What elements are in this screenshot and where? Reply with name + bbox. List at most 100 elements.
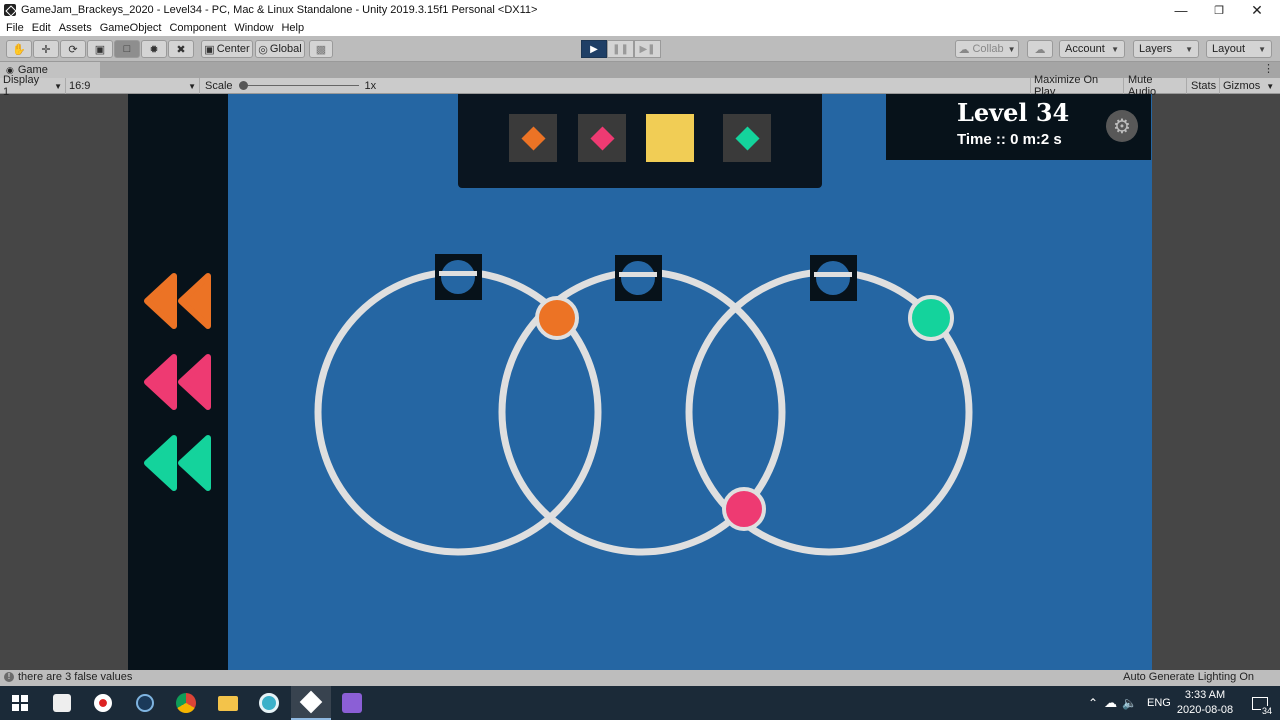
gizmos-dropdown[interactable]: Gizmos ▼ <box>1220 78 1280 94</box>
volume-icon[interactable]: 🔈 <box>1122 696 1137 710</box>
pink-ball <box>722 487 766 531</box>
collab-label: Collab <box>972 43 1004 55</box>
panel-menu-icon[interactable]: ⋮ <box>1263 62 1274 75</box>
transform-tool-button[interactable]: ✹ <box>141 40 167 58</box>
maximize-on-play-toggle[interactable]: Maximize On Play <box>1030 74 1124 98</box>
hand-tool-button[interactable]: ✋ <box>6 40 32 58</box>
main-toolbar: ✋ ✛ ⟳ ▣ □ ✹ ✖ ▣ Center ◎ Global ▩ ▶ ❚❚ ▶❚ … <box>0 36 1280 62</box>
custom-tool-button[interactable]: ✖ <box>168 40 194 58</box>
clock-time: 3:33 AM <box>1184 689 1226 701</box>
scale-label: Scale <box>205 80 233 92</box>
layers-dropdown[interactable]: Layers ▼ <box>1133 40 1199 58</box>
snap-icon: ▩ <box>315 43 327 56</box>
chevron-down-icon: ▼ <box>1007 44 1016 54</box>
collab-icon: ☁ <box>958 43 970 56</box>
scale-control: Scale 1x <box>202 78 382 94</box>
status-message: there are 3 false values <box>18 671 133 683</box>
layers-label: Layers <box>1139 43 1173 55</box>
info-icon: ! <box>4 672 14 682</box>
pivot-label: Center <box>216 43 250 55</box>
taskbar-unity-hub[interactable] <box>42 686 82 720</box>
close-button[interactable]: ✕ <box>1239 0 1275 20</box>
move-icon: ✛ <box>41 43 51 56</box>
snap-button[interactable]: ▩ <box>309 40 333 58</box>
mute-audio-toggle[interactable]: Mute Audio <box>1125 74 1187 98</box>
space-toggle[interactable]: ◎ Global <box>255 40 305 58</box>
orange-ball <box>535 296 579 340</box>
rect-icon: □ <box>123 43 131 55</box>
language-indicator[interactable]: ENG <box>1147 697 1171 709</box>
menu-edit[interactable]: Edit <box>28 22 55 34</box>
windows-start-icon <box>12 695 28 711</box>
taskbar-app[interactable] <box>249 686 289 720</box>
menu-gameobject[interactable]: GameObject <box>96 22 166 34</box>
menu-help[interactable]: Help <box>277 22 308 34</box>
game-view-bar: Display 1 ▼ 16:9 ▼ Scale 1x Maximize On Pl… <box>0 74 1280 98</box>
taskbar-clock[interactable]: 3:33 AM 2020-08-08 <box>1172 688 1238 718</box>
start-button[interactable] <box>0 686 40 720</box>
minimize-button[interactable]: — <box>1163 0 1199 20</box>
chevron-down-icon: ▼ <box>1185 44 1193 54</box>
taskbar-recorder[interactable] <box>83 686 123 720</box>
notification-center-button[interactable]: 34 <box>1240 686 1280 720</box>
cloud-icon: ☁ <box>1034 43 1046 56</box>
chevron-up-icon[interactable]: ⌃ <box>1088 696 1098 710</box>
clock-date: 2020-08-08 <box>1176 704 1234 716</box>
display-label: Display 1 <box>3 74 40 98</box>
chevron-down-icon: ▼ <box>1266 81 1275 91</box>
rect-tool-button[interactable]: □ <box>114 40 140 58</box>
move-tool-button[interactable]: ✛ <box>33 40 59 58</box>
scale-slider-handle[interactable] <box>238 81 248 90</box>
stats-toggle[interactable]: Stats <box>1188 78 1220 94</box>
pause-button[interactable]: ❚❚ <box>607 40 634 58</box>
system-tray: ⌃ ☁ 🔈 ENG <box>1088 686 1171 720</box>
play-button[interactable]: ▶ <box>581 40 607 58</box>
play-icon: ▶ <box>590 43 598 55</box>
scale-icon: ▣ <box>94 43 106 56</box>
taskbar-unity[interactable] <box>291 686 331 720</box>
unity-hub-icon <box>53 694 71 712</box>
scale-tool-button[interactable]: ▣ <box>87 40 113 58</box>
taskbar-visual-studio[interactable] <box>332 686 372 720</box>
layout-dropdown[interactable]: Layout ▼ <box>1206 40 1272 58</box>
taskbar-steam[interactable] <box>125 686 165 720</box>
menu-window[interactable]: Window <box>230 22 277 34</box>
lighting-status: Auto Generate Lighting On <box>1123 671 1254 683</box>
maximize-button[interactable]: ❐ <box>1201 0 1237 20</box>
step-button[interactable]: ▶❚ <box>634 40 661 58</box>
onedrive-icon[interactable]: ☁ <box>1104 695 1117 711</box>
gizmos-label: Gizmos <box>1223 80 1261 92</box>
chevron-down-icon: ▼ <box>1258 44 1266 54</box>
globe-icon: ◎ <box>258 43 268 56</box>
rotate-icon: ⟳ <box>68 43 78 56</box>
status-bar: ! there are 3 false values Auto Generate… <box>0 670 1280 686</box>
menu-component[interactable]: Component <box>165 22 230 34</box>
ring-board <box>314 254 973 556</box>
menu-file[interactable]: File <box>2 22 28 34</box>
menu-bar: File Edit Assets GameObject Component Wi… <box>0 20 1280 36</box>
menu-assets[interactable]: Assets <box>55 22 96 34</box>
taskbar-file-explorer[interactable] <box>208 686 248 720</box>
chevron-down-icon: ▼ <box>188 81 196 91</box>
cloud-button[interactable]: ☁ <box>1027 40 1053 58</box>
console-message[interactable]: ! there are 3 false values <box>4 671 132 683</box>
pause-icon: ❚❚ <box>612 43 629 55</box>
window-title: GameJam_Brackeys_2020 - Level34 - PC, Ma… <box>21 4 538 16</box>
scale-slider[interactable] <box>238 78 359 94</box>
app-icon <box>259 693 279 713</box>
chevron-down-icon: ▼ <box>54 81 62 91</box>
rotate-tool-button[interactable]: ⟳ <box>60 40 86 58</box>
title-bar: GameJam_Brackeys_2020 - Level34 - PC, Ma… <box>0 0 1280 20</box>
tools-icon: ✖ <box>176 43 186 56</box>
display-dropdown[interactable]: Display 1 ▼ <box>0 74 66 98</box>
aspect-dropdown[interactable]: 16:9 ▼ <box>66 78 200 94</box>
aspect-label: 16:9 <box>69 80 91 92</box>
steam-icon <box>136 694 154 712</box>
account-dropdown[interactable]: Account ▼ <box>1059 40 1125 58</box>
collab-dropdown[interactable]: ☁ Collab ▼ <box>955 40 1019 58</box>
taskbar-chrome[interactable] <box>166 686 206 720</box>
pivot-toggle[interactable]: ▣ Center <box>201 40 253 58</box>
chevron-down-icon: ▼ <box>1111 44 1119 54</box>
game-viewport[interactable]: Level 34 Time :: 0 m:2 s ⚙ <box>128 94 1152 670</box>
unity-icon <box>299 690 323 714</box>
